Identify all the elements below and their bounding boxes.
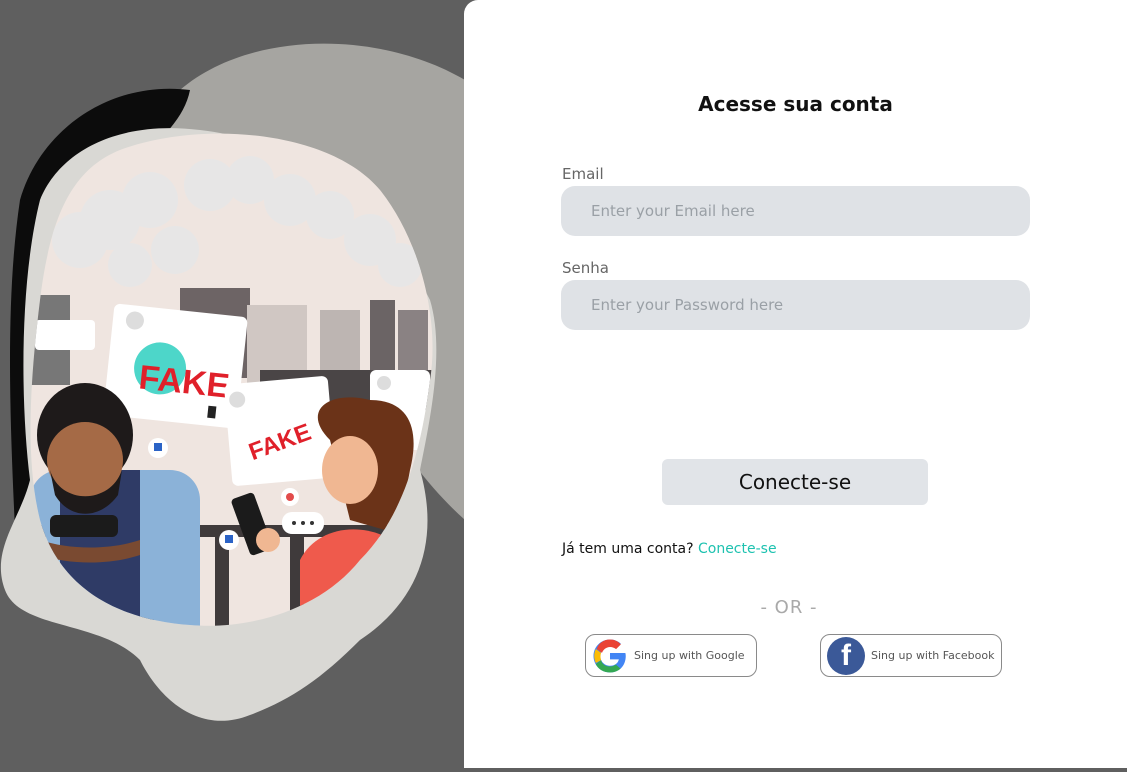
account-prompt-line: Já tem uma conta? Conecte-se — [562, 541, 777, 557]
google-signup-label: Sing up with Google — [634, 649, 745, 662]
bookmark-icon — [207, 405, 217, 419]
facebook-logo-icon: f — [827, 636, 865, 675]
password-field[interactable] — [561, 280, 1030, 330]
login-link[interactable]: Conecte-se — [698, 541, 777, 557]
illustration-panel: FAKE FAKE — [0, 0, 465, 772]
google-signup-button[interactable]: Sing up with Google — [585, 634, 757, 677]
facebook-signup-label: Sing up with Facebook — [871, 649, 995, 662]
facebook-signup-button[interactable]: f Sing up with Facebook — [820, 634, 1002, 677]
account-prompt-text: Já tem uma conta? — [562, 541, 694, 557]
connect-button[interactable]: Conecte-se — [662, 459, 928, 505]
page-title: Acesse sua conta — [698, 92, 893, 116]
password-label: Senha — [562, 259, 609, 277]
email-field[interactable] — [561, 186, 1030, 236]
fake-news-illustration: FAKE FAKE — [0, 43, 465, 721]
email-label: Email — [562, 165, 604, 183]
login-panel: Acesse sua conta Email Senha Conecte-se … — [464, 0, 1127, 768]
or-divider: - OR - — [760, 597, 818, 618]
google-logo-icon — [593, 639, 626, 672]
